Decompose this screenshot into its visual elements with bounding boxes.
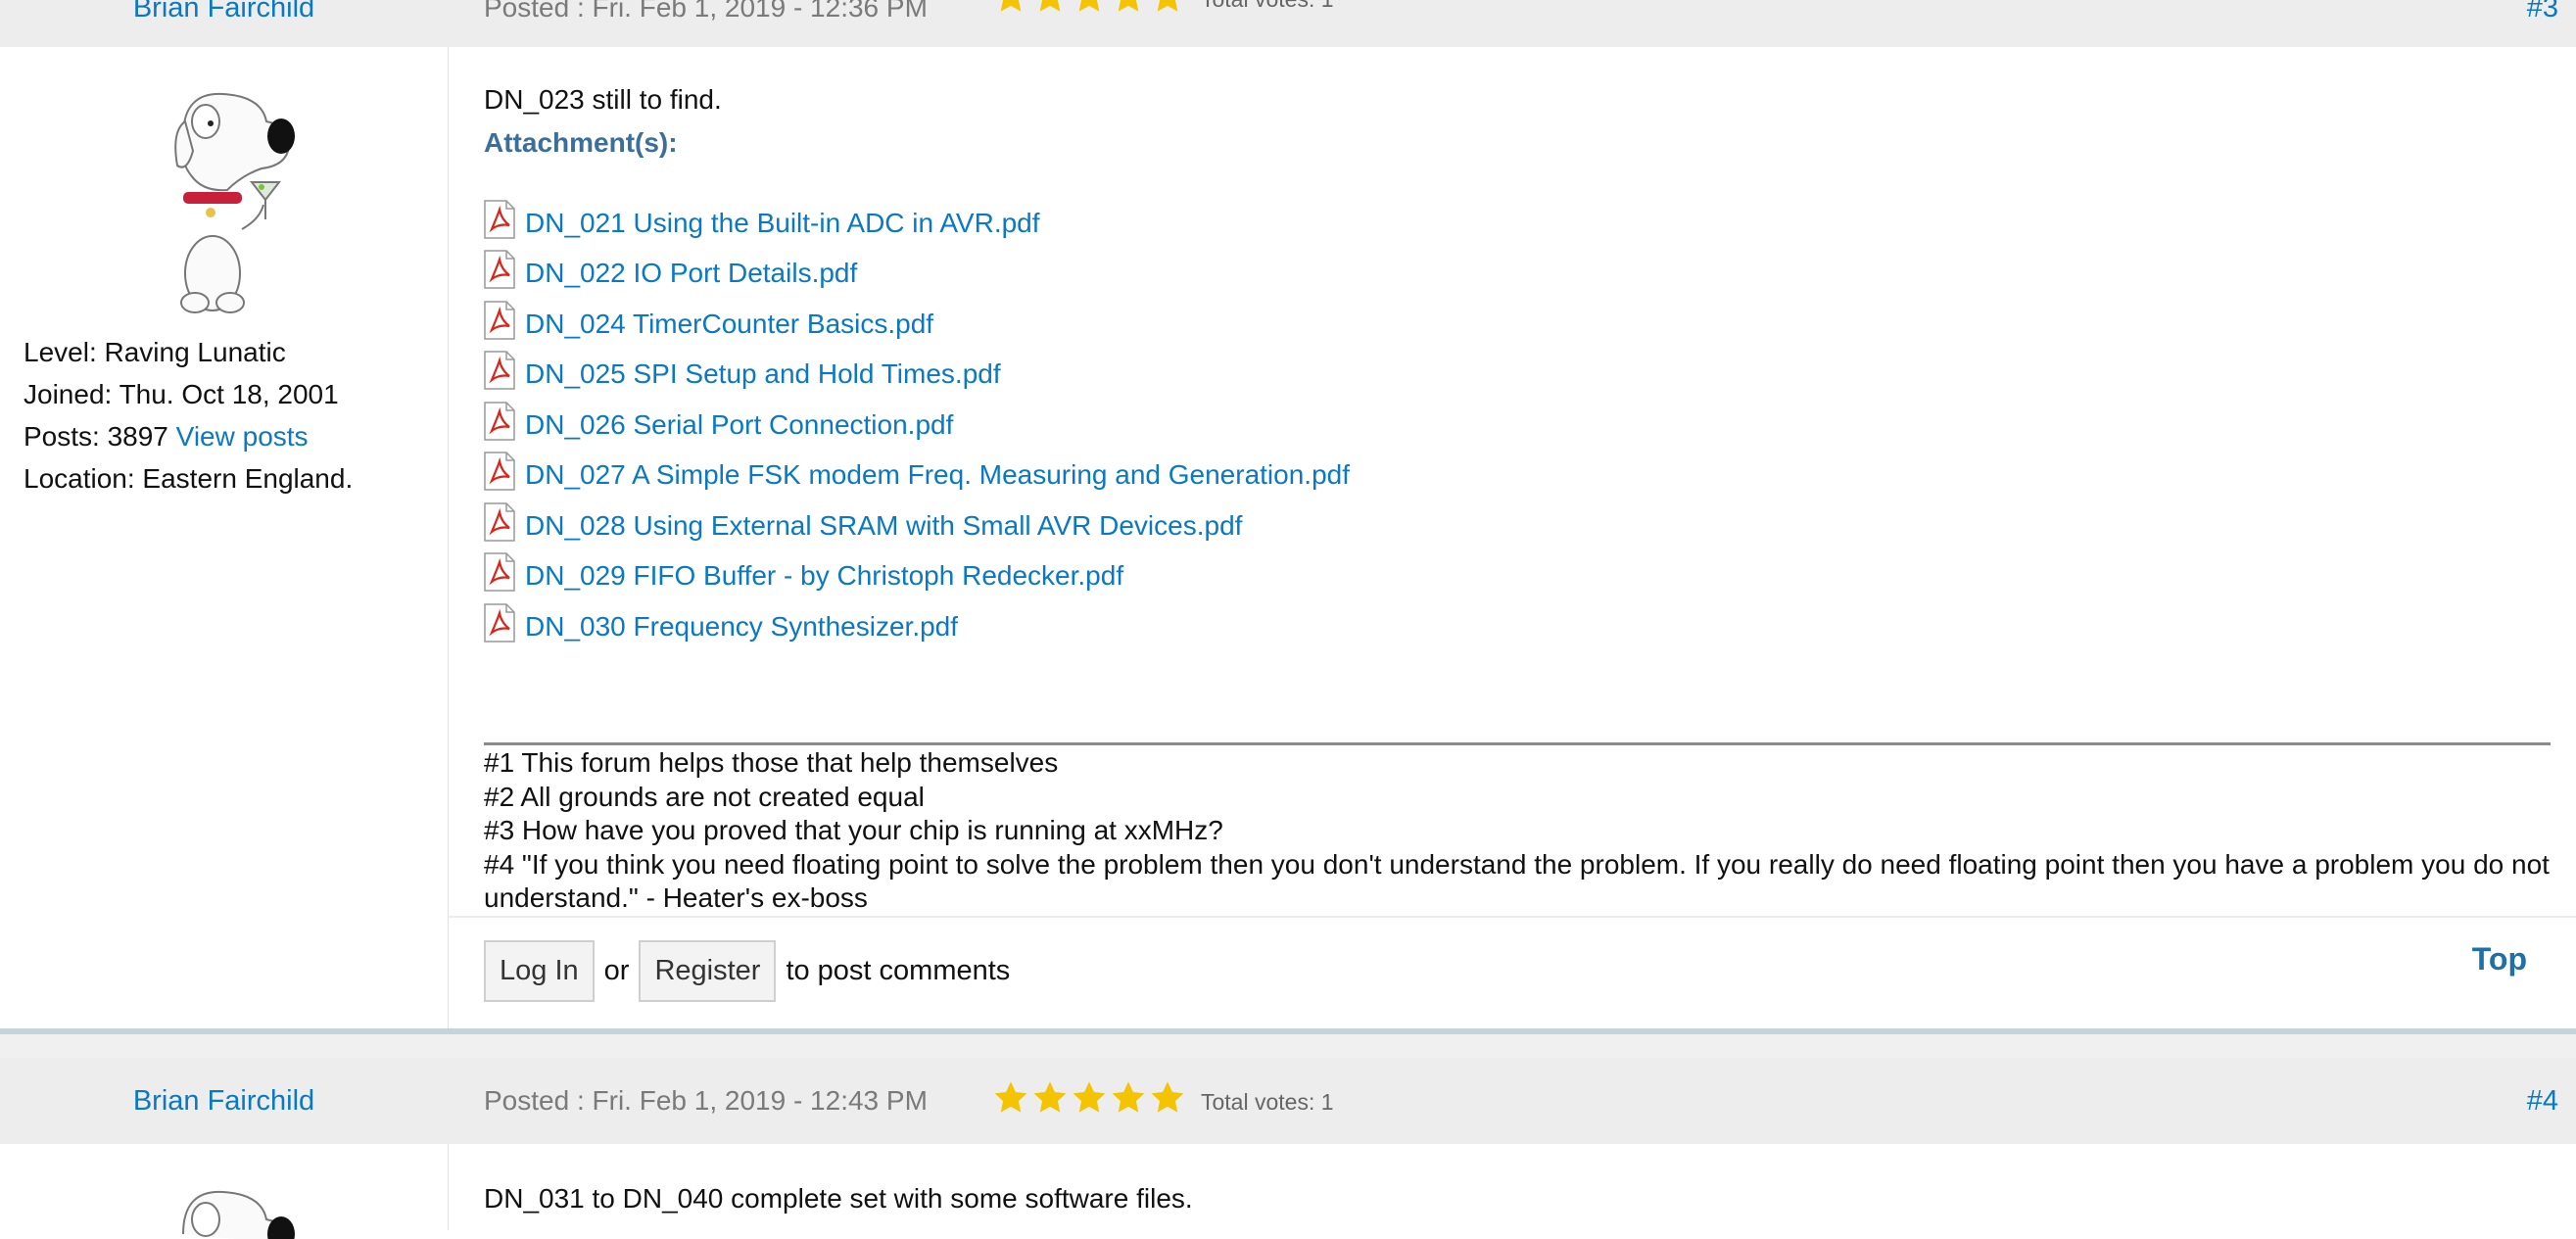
total-votes: Total votes: 1 xyxy=(1201,1089,1334,1115)
post-header: Brian Fairchild Posted : Fri. Feb 1, 201… xyxy=(0,0,2576,47)
user-posts-row: Posts: 3897 View posts xyxy=(24,415,353,457)
author-link[interactable]: Brian Fairchild xyxy=(0,1085,448,1118)
post-header: Brian Fairchild Posted : Fri. Feb 1, 201… xyxy=(0,1058,2576,1144)
post-actions: Log In or Register to post comments xyxy=(484,940,1020,1002)
pdf-file-icon xyxy=(484,602,515,643)
top-link[interactable]: Top xyxy=(2472,941,2527,977)
star-icon[interactable] xyxy=(1031,0,1069,16)
attachment-item: DN_021 Using the Built-in ADC in AVR.pdf xyxy=(484,188,1350,239)
pdf-file-icon xyxy=(484,452,515,491)
or-text: or xyxy=(603,955,630,986)
post-number-link[interactable]: #4 xyxy=(2527,1085,2558,1118)
user-avatar xyxy=(174,92,295,313)
pdf-file-icon xyxy=(484,501,515,542)
pdf-file-icon xyxy=(484,300,515,340)
signature-line: #1 This forum helps those that help them… xyxy=(484,747,1059,778)
signature-line: #4 "If you think you need floating point… xyxy=(484,848,2550,914)
attachment-link[interactable]: DN_021 Using the Built-in ADC in AVR.pdf xyxy=(525,208,1040,239)
register-button[interactable]: Register xyxy=(639,940,777,1002)
rating-stars[interactable] xyxy=(992,1079,1186,1117)
user-location: Location: Eastern England. xyxy=(24,463,354,494)
to-post-comments-text: to post comments xyxy=(786,955,1011,986)
post-text: DN_031 to DN_040 complete set with some … xyxy=(484,1183,1193,1214)
attachment-item: DN_022 IO Port Details.pdf xyxy=(484,239,1350,290)
star-icon[interactable] xyxy=(1071,0,1108,16)
signature-line: #3 How have you proved that your chip is… xyxy=(484,815,1223,845)
star-icon[interactable] xyxy=(1071,1079,1108,1117)
star-icon[interactable] xyxy=(1149,0,1186,16)
attachment-item: DN_025 SPI Setup and Hold Times.pdf xyxy=(484,340,1350,391)
signature-divider xyxy=(484,742,2551,745)
attachment-item: DN_029 FIFO Buffer - by Christoph Redeck… xyxy=(484,542,1350,593)
signature-line: #2 All grounds are not created equal xyxy=(484,781,925,812)
post-date: Posted : Fri. Feb 1, 2019 - 12:36 PM xyxy=(484,0,928,23)
pdf-file-icon xyxy=(484,552,515,592)
total-votes: Total votes: 1 xyxy=(1201,0,1334,13)
attachment-link[interactable]: DN_030 Frequency Synthesizer.pdf xyxy=(525,611,958,643)
post-date: Posted : Fri. Feb 1, 2019 - 12:43 PM xyxy=(484,1085,928,1116)
attachment-link[interactable]: DN_028 Using External SRAM with Small AV… xyxy=(525,510,1242,542)
view-posts-link[interactable]: View posts xyxy=(176,421,309,452)
attachment-item: DN_027 A Simple FSK modem Freq. Measurin… xyxy=(484,441,1350,492)
attachment-link[interactable]: DN_026 Serial Port Connection.pdf xyxy=(525,409,953,441)
author-link[interactable]: Brian Fairchild xyxy=(0,0,448,24)
user-info: Level: Raving Lunatic Joined: Thu. Oct 1… xyxy=(24,331,353,500)
user-posts: Posts: 3897 xyxy=(24,421,168,452)
attachment-link[interactable]: DN_029 FIFO Buffer - by Christoph Redeck… xyxy=(525,560,1123,592)
attachment-item: DN_030 Frequency Synthesizer.pdf xyxy=(484,592,1350,643)
pdf-file-icon xyxy=(484,401,515,441)
attachment-item: DN_026 Serial Port Connection.pdf xyxy=(484,390,1350,441)
attachment-link[interactable]: DN_022 IO Port Details.pdf xyxy=(525,258,857,289)
attachments-title: Attachment(s): xyxy=(484,127,678,158)
login-button[interactable]: Log In xyxy=(484,940,595,1002)
actions-divider xyxy=(448,916,2576,918)
attachment-link[interactable]: DN_025 SPI Setup and Hold Times.pdf xyxy=(525,358,1001,390)
star-icon[interactable] xyxy=(1110,0,1147,16)
star-icon[interactable] xyxy=(992,1079,1029,1117)
post-gap xyxy=(0,1034,2576,1058)
pdf-file-icon xyxy=(484,250,515,289)
attachment-item: DN_024 TimerCounter Basics.pdf xyxy=(484,289,1350,340)
attachment-item: DN_028 Using External SRAM with Small AV… xyxy=(484,491,1350,542)
star-icon[interactable] xyxy=(1149,1079,1186,1117)
user-level: Level: Raving Lunatic xyxy=(24,337,286,367)
star-icon[interactable] xyxy=(1110,1079,1147,1117)
star-icon[interactable] xyxy=(992,0,1029,16)
pdf-file-icon xyxy=(484,199,515,239)
user-avatar xyxy=(182,1190,295,1239)
attachment-list: DN_021 Using the Built-in ADC in AVR.pdf… xyxy=(484,188,1350,643)
attachment-link[interactable]: DN_024 TimerCounter Basics.pdf xyxy=(525,309,933,340)
rating-stars[interactable] xyxy=(992,0,1186,16)
post-text: DN_023 still to find. xyxy=(484,84,722,115)
star-icon[interactable] xyxy=(1031,1079,1069,1117)
user-joined: Joined: Thu. Oct 18, 2001 xyxy=(24,379,339,409)
post-number-link[interactable]: #3 xyxy=(2527,0,2558,24)
attachment-link[interactable]: DN_027 A Simple FSK modem Freq. Measurin… xyxy=(525,459,1350,491)
signature: #1 This forum helps those that help them… xyxy=(484,746,2551,916)
pdf-file-icon xyxy=(484,351,515,390)
